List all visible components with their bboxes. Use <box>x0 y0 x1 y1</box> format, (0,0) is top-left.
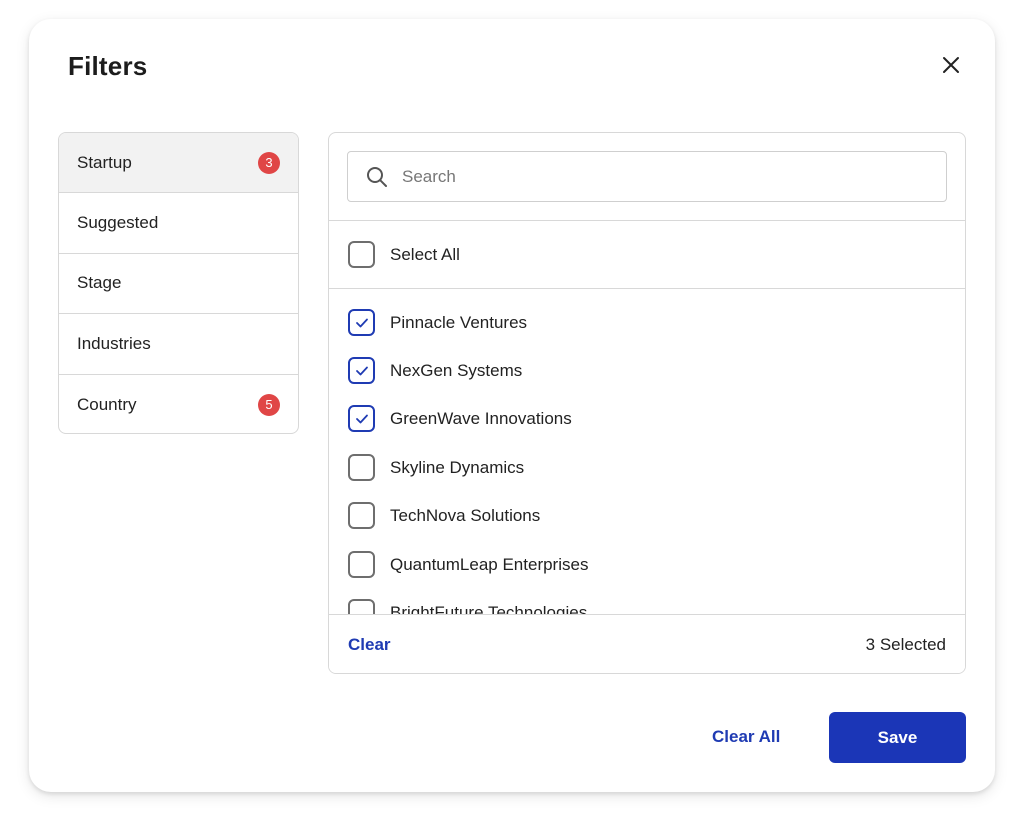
option-checkbox[interactable] <box>348 309 375 336</box>
category-label: Country <box>77 394 137 414</box>
check-icon <box>355 414 368 423</box>
list-item-skyline-dynamics[interactable]: Skyline Dynamics <box>348 454 524 481</box>
search-box[interactable] <box>347 151 947 202</box>
option-checkbox[interactable] <box>348 405 375 432</box>
count-badge: 3 <box>258 151 280 174</box>
option-label: Skyline Dynamics <box>390 457 525 477</box>
option-label: NexGen Systems <box>390 360 523 380</box>
option-label: GreenWave Innovations <box>390 408 572 428</box>
list-item-nexgen-systems[interactable]: NexGen Systems <box>348 357 522 384</box>
option-label: BrightFuture Technologies <box>390 602 588 615</box>
options-panel: Select All Pinnacle Ventures NexGen Syst… <box>328 132 966 674</box>
check-icon <box>355 366 368 375</box>
divider <box>329 220 965 221</box>
modal-title: Filters <box>68 51 148 81</box>
selected-count: 3 Selected <box>865 634 946 654</box>
clear-button[interactable]: Clear <box>348 635 391 655</box>
select-all-checkbox[interactable] <box>348 241 375 268</box>
option-label: QuantumLeap Enterprises <box>390 554 589 574</box>
check-icon <box>355 318 368 327</box>
panel-footer: Clear 3 Selected <box>329 614 965 673</box>
option-label: Pinnacle Ventures <box>390 312 528 332</box>
category-label: Startup <box>77 152 132 172</box>
category-list: Startup 3 Suggested Stage Industries Cou… <box>58 132 299 434</box>
close-icon <box>943 57 959 73</box>
option-checkbox[interactable] <box>348 357 375 384</box>
option-checkbox[interactable] <box>348 454 375 481</box>
select-all-label: Select All <box>390 244 460 264</box>
option-list[interactable]: Pinnacle Ventures NexGen Systems GreenWa… <box>329 289 965 614</box>
option-checkbox[interactable] <box>348 502 375 529</box>
close-button[interactable] <box>935 49 967 81</box>
option-checkbox[interactable] <box>348 599 375 614</box>
category-item-stage[interactable]: Stage <box>59 254 298 315</box>
list-item-pinnacle-ventures[interactable]: Pinnacle Ventures <box>348 309 527 336</box>
search-input[interactable] <box>402 166 922 187</box>
option-checkbox[interactable] <box>348 551 375 578</box>
category-label: Industries <box>77 333 151 353</box>
category-item-industries[interactable]: Industries <box>59 314 298 375</box>
filters-modal: Filters Startup 3 Suggested Stage Indust… <box>29 19 995 792</box>
save-button[interactable]: Save <box>829 712 966 763</box>
select-all-option[interactable]: Select All <box>348 241 460 268</box>
list-item-quantumleap-enterprises[interactable]: QuantumLeap Enterprises <box>348 551 588 578</box>
category-item-suggested[interactable]: Suggested <box>59 193 298 254</box>
category-label: Stage <box>77 273 122 293</box>
option-label: TechNova Solutions <box>390 505 541 525</box>
list-item-technova-solutions[interactable]: TechNova Solutions <box>348 502 540 529</box>
count-badge: 5 <box>258 393 280 416</box>
category-label: Suggested <box>77 213 159 233</box>
list-item-greenwave-innovations[interactable]: GreenWave Innovations <box>348 405 572 432</box>
category-item-country[interactable]: Country 5 <box>59 375 298 433</box>
search-icon <box>367 166 387 187</box>
clear-all-button[interactable]: Clear All <box>712 727 780 747</box>
category-item-startup[interactable]: Startup 3 <box>59 133 298 194</box>
list-item-brightfuture-technologies[interactable]: BrightFuture Technologies <box>348 599 587 614</box>
